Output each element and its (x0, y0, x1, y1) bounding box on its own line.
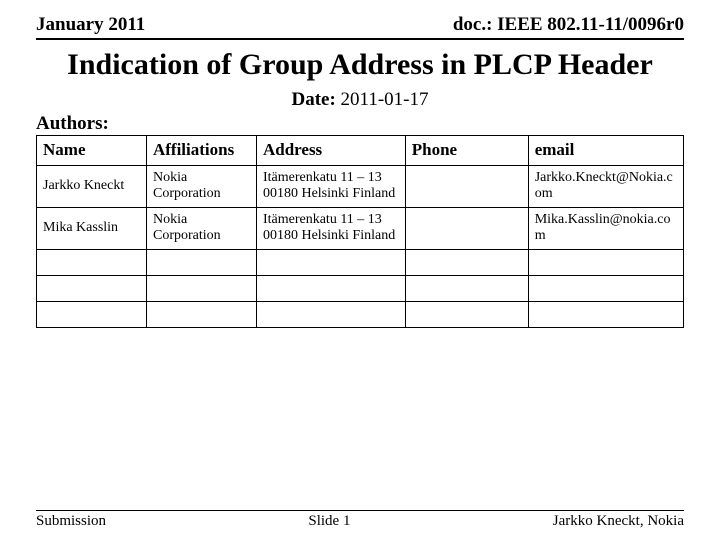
cell-email (528, 301, 683, 327)
cell-email (528, 275, 683, 301)
footer-bar: Submission Slide 1 Jarkko Kneckt, Nokia (36, 513, 684, 530)
table-row: Mika Kasslin Nokia Corporation Itämerenk… (37, 207, 684, 249)
cell-name (37, 249, 147, 275)
col-header-name: Name (37, 135, 147, 165)
col-header-phone: Phone (405, 135, 528, 165)
cell-name (37, 301, 147, 327)
cell-addr (256, 301, 405, 327)
footer-left: Submission (36, 513, 106, 530)
table-header-row: Name Affiliations Address Phone email (37, 135, 684, 165)
header-doc-id: doc.: IEEE 802.11-11/0096r0 (453, 14, 684, 36)
cell-name: Jarkko Kneckt (37, 165, 147, 207)
authors-label: Authors: (36, 113, 684, 135)
cell-phone (405, 275, 528, 301)
footer-rule (36, 510, 684, 511)
cell-affil (146, 301, 256, 327)
cell-affil: Nokia Corporation (146, 165, 256, 207)
date-value: 2011-01-17 (341, 89, 429, 110)
cell-addr (256, 275, 405, 301)
col-header-addr: Address (256, 135, 405, 165)
header-date: January 2011 (36, 14, 145, 36)
cell-phone (405, 249, 528, 275)
cell-affil (146, 249, 256, 275)
date-label: Date: (291, 89, 335, 110)
cell-addr (256, 249, 405, 275)
cell-addr: Itämerenkatu 11 – 13 00180 Helsinki Finl… (256, 165, 405, 207)
cell-email (528, 249, 683, 275)
cell-phone (405, 301, 528, 327)
page-title: Indication of Group Address in PLCP Head… (36, 48, 684, 83)
table-row (37, 275, 684, 301)
col-header-affil: Affiliations (146, 135, 256, 165)
slide-page: January 2011 doc.: IEEE 802.11-11/0096r0… (0, 0, 720, 540)
authors-table: Name Affiliations Address Phone email Ja… (36, 135, 684, 328)
cell-email: Mika.Kasslin@nokia.com (528, 207, 683, 249)
date-line: Date: 2011-01-17 (36, 89, 684, 111)
cell-email: Jarkko.Kneckt@Nokia.com (528, 165, 683, 207)
cell-phone (405, 165, 528, 207)
cell-affil: Nokia Corporation (146, 207, 256, 249)
footer-center: Slide 1 (308, 513, 350, 530)
cell-name (37, 275, 147, 301)
header-rule (36, 38, 684, 40)
header-bar: January 2011 doc.: IEEE 802.11-11/0096r0 (36, 14, 684, 36)
table-row: Jarkko Kneckt Nokia Corporation Itämeren… (37, 165, 684, 207)
cell-affil (146, 275, 256, 301)
cell-name: Mika Kasslin (37, 207, 147, 249)
spacer (36, 328, 684, 511)
footer-right: Jarkko Kneckt, Nokia (553, 513, 684, 530)
table-row (37, 301, 684, 327)
cell-phone (405, 207, 528, 249)
col-header-email: email (528, 135, 683, 165)
table-row (37, 249, 684, 275)
cell-addr: Itämerenkatu 11 – 13 00180 Helsinki Finl… (256, 207, 405, 249)
